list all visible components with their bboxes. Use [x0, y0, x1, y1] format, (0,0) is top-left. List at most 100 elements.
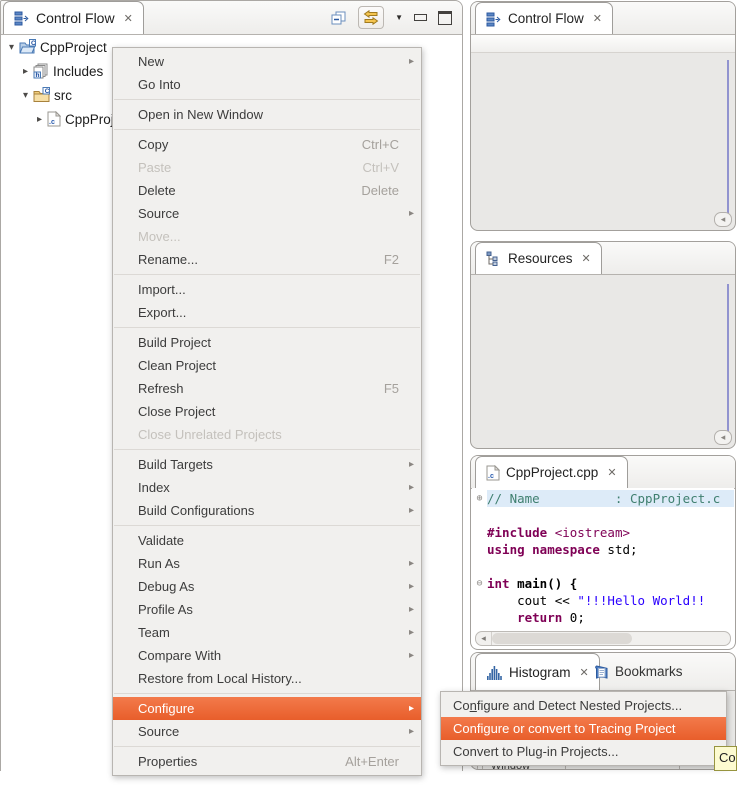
- menu-item-label: Close Project: [138, 400, 399, 423]
- scroll-left-arrow-icon: ◂: [721, 432, 726, 443]
- editor-header: .c CppProject.cpp ✕: [471, 456, 735, 489]
- submenu-arrow-icon: ▸: [409, 476, 414, 499]
- control-flow-view-right: Control Flow ✕ ◂: [470, 1, 736, 231]
- menu-item-configure-and-detect-nested-projects[interactable]: Configure and Detect Nested Projects...: [441, 694, 726, 717]
- menu-item-convert-to-plugin-projects[interactable]: Convert to Plug-in Projects...: [441, 740, 726, 763]
- expander-icon[interactable]: ▾: [6, 42, 17, 53]
- scrollbar-corner[interactable]: ◂: [714, 430, 732, 445]
- scrollbar-thumb[interactable]: [492, 633, 632, 644]
- src-folder-icon: C: [33, 87, 50, 103]
- menu-separator: [114, 327, 420, 328]
- menu-item-properties[interactable]: PropertiesAlt+Enter: [113, 750, 421, 773]
- menu-item-label: Configure or convert to Tracing Project: [453, 717, 718, 740]
- expander-icon[interactable]: ▸: [34, 114, 45, 125]
- menu-item-run-as[interactable]: Run As▸: [113, 552, 421, 575]
- code-editor-area[interactable]: ⊕ // Name : CppProject.c #include <iostr…: [472, 488, 734, 648]
- menu-item-validate[interactable]: Validate: [113, 529, 421, 552]
- menu-item-copy[interactable]: CopyCtrl+C: [113, 133, 421, 156]
- close-icon[interactable]: ✕: [124, 12, 133, 25]
- code-text[interactable]: ⊕ // Name : CppProject.c #include <iostr…: [472, 490, 734, 632]
- menu-item-label: Profile As: [138, 598, 399, 621]
- menu-item-build-configurations[interactable]: Build Configurations▸: [113, 499, 421, 522]
- menu-item-label: Team: [138, 621, 399, 644]
- menu-item-configure[interactable]: Configure▸: [113, 697, 421, 720]
- menu-item-index[interactable]: Index▸: [113, 476, 421, 499]
- tab-histogram[interactable]: Histogram ✕: [475, 653, 600, 690]
- maximize-button[interactable]: [438, 11, 452, 25]
- menu-item-team[interactable]: Team ▸: [113, 621, 421, 644]
- menu-item-label: Compare With: [138, 644, 399, 667]
- submenu-arrow-icon: ▸: [409, 621, 414, 644]
- menu-item-label: Go Into: [138, 73, 399, 96]
- menu-item-source-2[interactable]: Source▸: [113, 720, 421, 743]
- svg-text:.c: .c: [49, 119, 55, 126]
- code-line: [472, 558, 734, 575]
- minimize-icon: [414, 14, 427, 21]
- menu-item-label: Configure and Detect Nested Projects...: [453, 694, 718, 717]
- histogram-icon: [486, 665, 503, 680]
- menu-item-go-into[interactable]: Go Into: [113, 73, 421, 96]
- tab-resources[interactable]: Resources ✕: [475, 242, 602, 274]
- menu-item-clean-project[interactable]: Clean Project: [113, 354, 421, 377]
- control-flow-icon: [14, 10, 30, 26]
- menu-item-import[interactable]: Import...: [113, 278, 421, 301]
- menu-item-profile-as[interactable]: Profile As▸: [113, 598, 421, 621]
- svg-text:C: C: [31, 40, 36, 47]
- menu-separator: [114, 129, 420, 130]
- menu-item-refresh[interactable]: RefreshF5: [113, 377, 421, 400]
- submenu-arrow-icon: ▸: [409, 202, 414, 225]
- menu-separator: [114, 693, 420, 694]
- menu-item-close-project[interactable]: Close Project: [113, 400, 421, 423]
- close-icon[interactable]: ✕: [593, 12, 602, 25]
- close-icon[interactable]: ✕: [582, 252, 591, 265]
- close-icon[interactable]: ✕: [607, 466, 616, 479]
- fold-minus-icon[interactable]: ⊖: [472, 575, 487, 592]
- minimize-button[interactable]: [414, 14, 427, 21]
- fold-plus-icon[interactable]: ⊕: [472, 490, 487, 507]
- collapse-all-button[interactable]: [330, 10, 347, 26]
- menu-item-rename[interactable]: Rename...F2: [113, 248, 421, 271]
- menu-item-configure-or-convert-to-tracing-project[interactable]: Configure or convert to Tracing Project: [441, 717, 726, 740]
- expander-icon[interactable]: ▸: [20, 66, 31, 77]
- menu-item-label: Open in New Window: [138, 103, 399, 126]
- code-token: cout <<: [487, 593, 577, 608]
- menu-shortcut: Delete: [361, 179, 399, 202]
- tab-label: Control Flow: [36, 10, 115, 26]
- scrollbar-corner[interactable]: ◂: [714, 212, 732, 227]
- menu-item-new[interactable]: New▸: [113, 50, 421, 73]
- menu-item-debug-as[interactable]: Debug As ▸: [113, 575, 421, 598]
- tab-bookmarks[interactable]: Bookmarks: [583, 653, 693, 690]
- configure-submenu: Configure and Detect Nested Projects... …: [440, 691, 727, 766]
- menu-item-restore-from-local-history[interactable]: Restore from Local History...: [113, 667, 421, 690]
- menu-item-compare-with[interactable]: Compare With▸: [113, 644, 421, 667]
- menu-item-delete[interactable]: DeleteDelete: [113, 179, 421, 202]
- view-menu-button[interactable]: ▼: [395, 13, 403, 22]
- expander-icon[interactable]: ▾: [20, 90, 31, 101]
- scroll-left-arrow-icon[interactable]: ◂: [476, 632, 492, 645]
- menu-item-label: Debug As: [138, 575, 399, 598]
- horizontal-scrollbar[interactable]: ◂: [475, 631, 731, 646]
- submenu-arrow-icon: ▸: [409, 50, 414, 73]
- menu-item-build-targets[interactable]: Build Targets▸: [113, 453, 421, 476]
- view-header: Control Flow ✕: [471, 2, 735, 35]
- submenu-arrow-icon: ▸: [409, 453, 414, 476]
- menu-item-export[interactable]: Export...: [113, 301, 421, 324]
- submenu-arrow-icon: ▸: [409, 575, 414, 598]
- tab-label: Histogram: [509, 665, 571, 680]
- tab-control-flow-right[interactable]: Control Flow ✕: [475, 2, 613, 34]
- project-context-menu: New▸ Go Into Open in New Window CopyCtrl…: [112, 47, 422, 776]
- menu-item-label: Export...: [138, 301, 399, 324]
- menu-item-label: Build Project: [138, 331, 399, 354]
- code-line: ⊖ int main() {: [472, 575, 734, 592]
- menu-item-build-project[interactable]: Build Project: [113, 331, 421, 354]
- tab-control-flow-left[interactable]: Control Flow ✕: [3, 1, 144, 34]
- bookmarks-icon: [593, 664, 609, 680]
- submenu-arrow-icon: ▸: [409, 720, 414, 743]
- submenu-arrow-icon: ▸: [409, 552, 414, 575]
- menu-item-source[interactable]: Source▸: [113, 202, 421, 225]
- tab-cppproject-cpp[interactable]: .c CppProject.cpp ✕: [475, 456, 628, 488]
- menu-item-label: Configure: [138, 697, 399, 720]
- link-with-editor-button[interactable]: [358, 6, 384, 29]
- menu-shortcut: Ctrl+C: [362, 133, 399, 156]
- menu-item-open-in-new-window[interactable]: Open in New Window: [113, 103, 421, 126]
